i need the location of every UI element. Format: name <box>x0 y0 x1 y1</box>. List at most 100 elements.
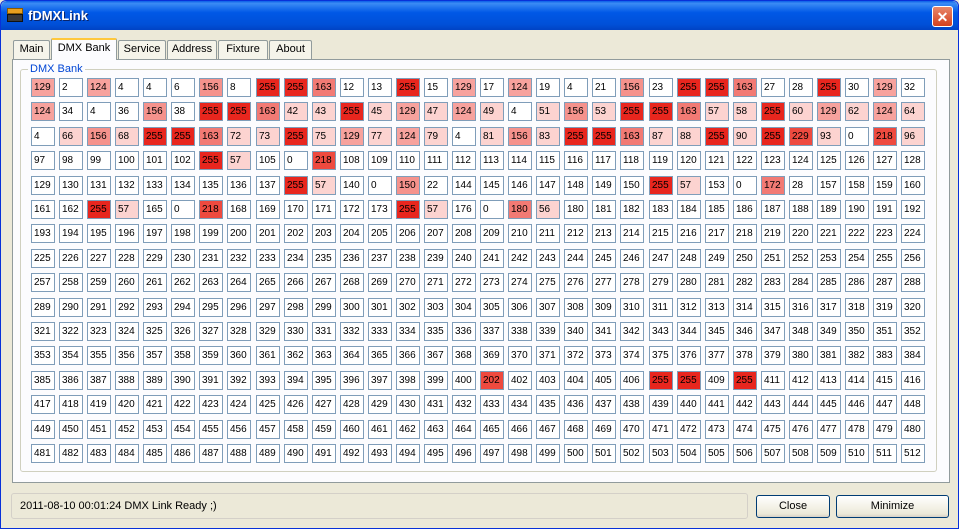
dmx-channel-cell: 501 <box>592 444 616 463</box>
dmx-channel-cell: 385 <box>31 371 55 390</box>
dmx-channel-cell: 129 <box>31 78 55 97</box>
minimize-button[interactable]: Minimize <box>836 495 949 518</box>
fdmxlink-app-icon[interactable] <box>7 8 23 22</box>
dmx-channel-cell: 221 <box>817 224 841 243</box>
tab-fixture[interactable]: Fixture <box>218 40 268 59</box>
tab-service[interactable]: Service <box>118 40 166 59</box>
dmx-channel-cell: 108 <box>340 151 364 170</box>
dmx-channel-cell: 307 <box>536 298 560 317</box>
dmx-channel-cell: 240 <box>452 249 476 268</box>
dmx-channel-cell: 379 <box>761 346 785 365</box>
dmx-channel-cell: 120 <box>677 151 701 170</box>
dmx-channel-cell: 19 <box>536 78 560 97</box>
dmx-channel-cell: 132 <box>115 176 139 195</box>
dmx-channel-cell: 465 <box>480 420 504 439</box>
dmx-channel-cell: 172 <box>340 200 364 219</box>
dmx-channel-cell: 101 <box>143 151 167 170</box>
dmx-channel-cell: 370 <box>508 346 532 365</box>
dmx-channel-cell: 460 <box>340 420 364 439</box>
dmx-channel-cell: 49 <box>480 102 504 121</box>
dmx-channel-cell: 270 <box>396 273 420 292</box>
dmx-channel-cell: 511 <box>873 444 897 463</box>
dmx-channel-cell: 339 <box>536 322 560 341</box>
dmx-channel-cell: 422 <box>171 395 195 414</box>
dmx-channel-cell: 99 <box>87 151 111 170</box>
tab-address[interactable]: Address <box>167 40 217 59</box>
dmx-channel-cell: 255 <box>761 127 785 146</box>
dmx-channel-cell: 207 <box>424 224 448 243</box>
dmx-channel-cell: 325 <box>143 322 167 341</box>
dmx-channel-cell: 162 <box>59 200 83 219</box>
dmx-channel-cell: 111 <box>424 151 448 170</box>
dmx-channel-cell: 6 <box>171 78 195 97</box>
dmx-channel-cell: 386 <box>59 371 83 390</box>
dmx-channel-cell: 265 <box>256 273 280 292</box>
dmx-channel-cell: 224 <box>901 224 925 243</box>
dmx-channel-cell: 149 <box>592 176 616 195</box>
dmx-channel-cell: 469 <box>592 420 616 439</box>
dmx-channel-cell: 45 <box>368 102 392 121</box>
dmx-channel-cell: 437 <box>592 395 616 414</box>
dmx-channel-cell: 290 <box>59 298 83 317</box>
dmx-channel-cell: 404 <box>564 371 588 390</box>
dmx-channel-cell: 496 <box>452 444 476 463</box>
dmx-channel-cell: 409 <box>705 371 729 390</box>
dmx-channel-cell: 255 <box>564 127 588 146</box>
dmx-channel-cell: 452 <box>115 420 139 439</box>
dmx-channel-cell: 189 <box>817 200 841 219</box>
dmx-channel-cell: 64 <box>901 102 925 121</box>
dmx-channel-cell: 250 <box>733 249 757 268</box>
dmx-channel-cell: 322 <box>59 322 83 341</box>
dmx-channel-cell: 4 <box>508 102 532 121</box>
dmx-channel-cell: 477 <box>817 420 841 439</box>
dmx-channel-cell: 156 <box>143 102 167 121</box>
dmx-channel-cell: 485 <box>143 444 167 463</box>
dmx-channel-cell: 239 <box>424 249 448 268</box>
dmx-channel-cell: 337 <box>480 322 504 341</box>
dmx-channel-cell: 87 <box>649 127 673 146</box>
dmx-channel-cell: 42 <box>284 102 308 121</box>
dmx-channel-cell: 448 <box>901 395 925 414</box>
dmx-channel-cell: 225 <box>31 249 55 268</box>
dmx-channel-cell: 43 <box>312 102 336 121</box>
dmx-channel-cell: 506 <box>733 444 757 463</box>
dmx-channel-cell: 203 <box>312 224 336 243</box>
dmx-channel-cell: 492 <box>340 444 364 463</box>
tab-dmx-bank[interactable]: DMX Bank <box>51 38 117 60</box>
dmx-channel-cell: 129 <box>452 78 476 97</box>
dmx-channel-cell: 255 <box>199 151 223 170</box>
dmx-channel-cell: 156 <box>508 127 532 146</box>
dmx-channel-cell: 436 <box>564 395 588 414</box>
dmx-channel-cell: 255 <box>340 102 364 121</box>
dmx-channel-cell: 236 <box>340 249 364 268</box>
dmx-channel-cell: 373 <box>592 346 616 365</box>
dmx-channel-cell: 500 <box>564 444 588 463</box>
tab-main[interactable]: Main <box>13 40 50 59</box>
dmx-channel-cell: 450 <box>59 420 83 439</box>
dmx-channel-cell: 296 <box>227 298 251 317</box>
dmx-channel-cell: 332 <box>340 322 364 341</box>
dmx-channel-cell: 47 <box>424 102 448 121</box>
close-icon[interactable]: ✕ <box>932 6 953 27</box>
dmx-channel-cell: 202 <box>284 224 308 243</box>
dmx-channel-cell: 53 <box>592 102 616 121</box>
dmx-channel-cell: 388 <box>115 371 139 390</box>
dmx-channel-cell: 21 <box>592 78 616 97</box>
dmx-channel-cell: 504 <box>677 444 701 463</box>
dmx-channel-cell: 118 <box>620 151 644 170</box>
dmx-channel-cell: 378 <box>733 346 757 365</box>
dmx-channel-cell: 340 <box>564 322 588 341</box>
dmx-channel-cell: 163 <box>312 78 336 97</box>
close-button[interactable]: Close <box>756 495 830 518</box>
dmx-channel-cell: 124 <box>87 78 111 97</box>
dmx-channel-cell: 462 <box>396 420 420 439</box>
dmx-channel-cell: 365 <box>368 346 392 365</box>
dmx-channel-cell: 249 <box>705 249 729 268</box>
title-bar[interactable]: fDMXLink ✕ <box>1 1 958 30</box>
tab-about[interactable]: About <box>269 40 312 59</box>
dmx-channel-cell: 0 <box>171 200 195 219</box>
dmx-channel-cell: 444 <box>789 395 813 414</box>
dmx-channel-cell: 271 <box>424 273 448 292</box>
dmx-channel-cell: 321 <box>31 322 55 341</box>
dmx-channel-cell: 374 <box>620 346 644 365</box>
